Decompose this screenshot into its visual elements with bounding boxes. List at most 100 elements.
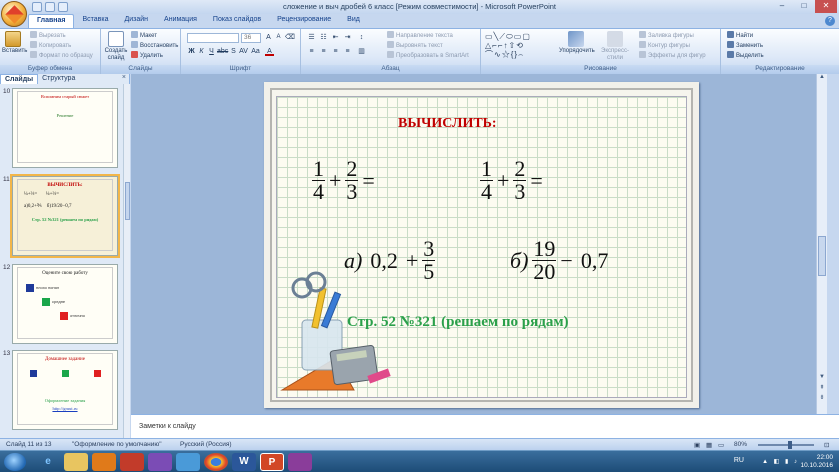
app-icon[interactable] bbox=[120, 453, 144, 471]
font-size-input[interactable]: 36 bbox=[241, 33, 261, 43]
font-color-button[interactable]: A bbox=[265, 47, 274, 56]
delete-label: Удалить bbox=[140, 53, 163, 59]
prev-slide-icon[interactable]: ⇞ bbox=[817, 384, 827, 394]
minimize-button[interactable]: – bbox=[771, 0, 793, 13]
underline-button[interactable]: Ч bbox=[207, 47, 216, 56]
visual-studio-icon[interactable] bbox=[148, 453, 172, 471]
office-button[interactable] bbox=[1, 1, 27, 27]
smartart-button[interactable]: Преобразовать в SmartArt bbox=[387, 51, 469, 60]
tab-slideshow[interactable]: Показ слайдов bbox=[205, 14, 269, 28]
slide-canvas[interactable]: ВЫЧИСЛИТЬ: 1 4 +2 3 = 1 4 +2 3 = а) 0,2 +3 5 б) 19 20… bbox=[264, 82, 699, 408]
scrollbar-thumb[interactable] bbox=[125, 182, 130, 220]
thumbnails-scrollbar[interactable] bbox=[123, 84, 130, 438]
tab-insert[interactable]: Вставка bbox=[74, 14, 116, 28]
layout-button[interactable]: Макет bbox=[131, 31, 157, 40]
language-indicator[interactable]: Русский (Россия) bbox=[180, 441, 232, 448]
arrange-button[interactable]: Упорядочить bbox=[559, 31, 595, 55]
font-name-input[interactable] bbox=[187, 33, 239, 43]
tab-view[interactable]: Вид bbox=[339, 14, 368, 28]
homework-mark bbox=[30, 370, 37, 377]
columns-button[interactable]: ▥ bbox=[357, 47, 366, 56]
delete-slide-button[interactable]: Удалить bbox=[131, 51, 163, 60]
sorter-view-icon[interactable]: ▦ bbox=[706, 441, 712, 449]
shrink-font-button[interactable]: A bbox=[274, 33, 283, 42]
close-panel-icon[interactable]: × bbox=[122, 74, 126, 81]
select-button[interactable]: Выделить bbox=[727, 51, 764, 60]
next-slide-icon[interactable]: ⇟ bbox=[817, 394, 827, 404]
bold-button[interactable]: Ж bbox=[187, 47, 196, 56]
slide-title[interactable]: ВЫЧИСЛИТЬ: bbox=[398, 116, 497, 132]
text-direction-button[interactable]: Направление текста bbox=[387, 31, 453, 40]
paste-button[interactable]: Вставить bbox=[2, 31, 27, 55]
fit-window-icon[interactable]: ⊡ bbox=[824, 441, 829, 449]
media-player-icon[interactable] bbox=[92, 453, 116, 471]
shapes-gallery[interactable]: ▭╲⟋⬭▭▢ △⌐⌐↑⇧⟲ ⌒∿☆{}⌢ bbox=[485, 32, 555, 62]
shape-fill-button[interactable]: Заливка фигуры bbox=[639, 31, 694, 40]
archive-icon[interactable] bbox=[288, 453, 312, 471]
word-icon[interactable]: W bbox=[232, 453, 256, 471]
quick-styles-button[interactable]: Экспресс-стили bbox=[595, 31, 635, 62]
replace-button[interactable]: Заменить bbox=[727, 41, 763, 50]
shadow-button[interactable]: S bbox=[229, 47, 238, 56]
slideshow-view-icon[interactable]: ▭ bbox=[718, 441, 724, 449]
powerpoint-icon[interactable]: P bbox=[260, 453, 284, 471]
align-right-button[interactable]: ≡ bbox=[331, 47, 340, 56]
line-spacing-button[interactable]: ↕ bbox=[357, 33, 366, 42]
align-text-button[interactable]: Выровнять текст bbox=[387, 41, 443, 50]
case-button[interactable]: Aa bbox=[251, 47, 260, 56]
expression-1[interactable]: 1 4 +2 3 = bbox=[312, 158, 379, 203]
ie-icon[interactable]: e bbox=[36, 453, 60, 471]
indent-increase-button[interactable]: ⇥ bbox=[343, 33, 352, 42]
indent-decrease-button[interactable]: ⇤ bbox=[331, 33, 340, 42]
justify-button[interactable]: ≡ bbox=[343, 47, 352, 56]
align-left-button[interactable]: ≡ bbox=[307, 47, 316, 56]
align-center-button[interactable]: ≡ bbox=[319, 47, 328, 56]
tab-design[interactable]: Дизайн bbox=[117, 14, 157, 28]
spacing-button[interactable]: AV bbox=[239, 47, 248, 56]
shape-effects-button[interactable]: Эффекты для фигур bbox=[639, 51, 706, 60]
numbering-button[interactable]: ☷ bbox=[319, 33, 328, 42]
shape-outline-button[interactable]: Контур фигуры bbox=[639, 41, 690, 50]
clipboard-group-label: Буфер обмена bbox=[0, 65, 100, 74]
zoom-level[interactable]: 80% bbox=[734, 441, 747, 448]
chrome-icon[interactable] bbox=[204, 453, 228, 471]
bullets-button[interactable]: ☰ bbox=[307, 33, 316, 42]
explorer-icon[interactable] bbox=[64, 453, 88, 471]
zoom-slider[interactable] bbox=[758, 441, 814, 449]
denominator: 4 bbox=[481, 179, 492, 204]
tab-outline[interactable]: Структура bbox=[38, 74, 79, 84]
task-b[interactable]: б) 19 20−0,7 bbox=[510, 238, 612, 283]
scroll-down-icon[interactable]: ▼ bbox=[817, 374, 827, 384]
grow-font-button[interactable]: A bbox=[264, 33, 273, 42]
tab-review[interactable]: Рецензирование bbox=[269, 14, 339, 28]
tab-slides[interactable]: Слайды bbox=[0, 74, 39, 84]
expression-2[interactable]: 1 4 +2 3 = bbox=[480, 158, 547, 203]
copy-button[interactable]: Копировать bbox=[30, 41, 71, 50]
italic-button[interactable]: К bbox=[197, 47, 206, 56]
zoom-slider-thumb[interactable] bbox=[788, 441, 792, 449]
clear-format-button[interactable]: ⌫ bbox=[285, 33, 295, 42]
start-button[interactable] bbox=[4, 453, 26, 471]
tab-home[interactable]: Главная bbox=[28, 14, 75, 28]
editor-scrollbar[interactable]: ▲ ⇞ ⇟ ▼ bbox=[816, 74, 827, 414]
strikethrough-button[interactable]: abc bbox=[217, 47, 228, 56]
clock[interactable]: 22:00 10.10.2016 bbox=[800, 454, 833, 470]
reset-button[interactable]: Восстановить bbox=[131, 41, 178, 50]
format-painter-button[interactable]: Формат по образцу bbox=[30, 51, 93, 60]
powerpoint-window: сложение и выч дробей 6 класс [Режим сов… bbox=[0, 0, 839, 472]
find-button[interactable]: Найти bbox=[727, 31, 753, 40]
tray-icons[interactable]: ▲ ◧ ▮ ♪ bbox=[762, 458, 799, 465]
maximize-button[interactable]: □ bbox=[793, 0, 815, 13]
scrollbar-thumb[interactable] bbox=[818, 236, 826, 276]
keyboard-language[interactable]: RU bbox=[734, 457, 744, 464]
shape-fill-label: Заливка фигуры bbox=[648, 33, 694, 39]
normal-view-icon[interactable]: ▣ bbox=[694, 441, 700, 449]
close-button[interactable]: ✕ bbox=[815, 0, 837, 13]
scroll-up-icon[interactable]: ▲ bbox=[817, 74, 827, 84]
app-icon[interactable] bbox=[176, 453, 200, 471]
cut-button[interactable]: Вырезать bbox=[30, 31, 66, 40]
new-slide-button[interactable]: Создать слайд bbox=[104, 31, 128, 62]
notes-pane[interactable]: Заметки к слайду bbox=[131, 414, 839, 438]
help-icon[interactable]: ? bbox=[825, 16, 835, 26]
tab-animation[interactable]: Анимация bbox=[156, 14, 205, 28]
